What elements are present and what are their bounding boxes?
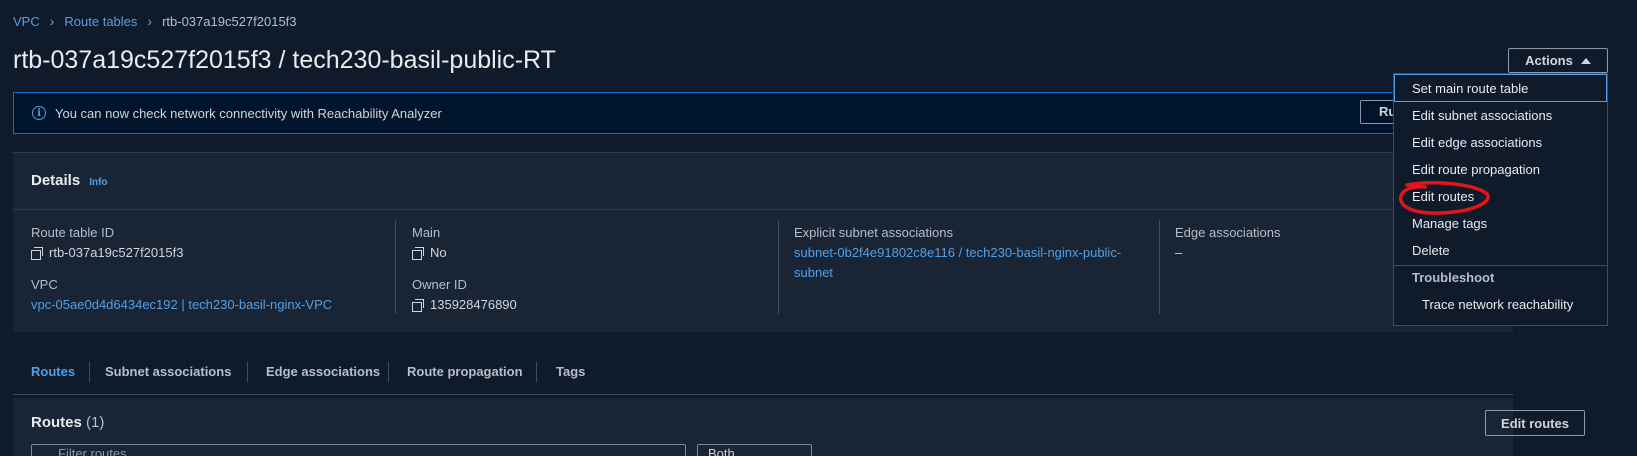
chevron-right-icon: › xyxy=(49,13,55,29)
details-column-1: Route table ID rtb-037a19c527f2015f3 VPC… xyxy=(31,225,332,315)
details-column-2: Main No Owner ID 135928476890 xyxy=(412,225,517,312)
explicit-subnet-associations-label: Explicit subnet associations xyxy=(794,225,953,240)
owner-id-text: 135928476890 xyxy=(430,297,517,312)
column-divider xyxy=(778,220,779,314)
route-filter-select[interactable]: Both xyxy=(697,444,812,456)
tab-route-propagation[interactable]: Route propagation xyxy=(407,364,523,379)
chevron-right-icon: › xyxy=(147,13,153,29)
copy-icon[interactable] xyxy=(412,246,424,260)
menu-item-edit-route-propagation[interactable]: Edit route propagation xyxy=(1412,162,1540,177)
tab-divider xyxy=(89,362,90,382)
info-icon: i xyxy=(32,106,46,120)
tab-divider xyxy=(388,362,389,382)
tab-tags[interactable]: Tags xyxy=(556,364,585,379)
routes-title: Routes xyxy=(31,414,82,431)
main-value: No xyxy=(412,245,517,260)
menu-item-edit-edge-associations[interactable]: Edit edge associations xyxy=(1412,135,1542,150)
details-panel: Details Info Route table ID rtb-037a19c5… xyxy=(13,152,1513,332)
menu-item-trace-network-reachability[interactable]: Trace network reachability xyxy=(1422,297,1573,312)
vpc-label: VPC xyxy=(31,277,58,292)
details-heading: Details xyxy=(31,172,81,189)
tabs-underline xyxy=(13,394,1513,395)
tab-divider xyxy=(536,362,537,382)
menu-divider xyxy=(1394,265,1607,266)
route-table-id-text: rtb-037a19c527f2015f3 xyxy=(49,245,184,260)
tabs: Routes Subnet associations Edge associat… xyxy=(13,354,1513,396)
edge-associations-label: Edge associations xyxy=(1175,225,1281,240)
page-title: rtb-037a19c527f2015f3 / tech230-basil-pu… xyxy=(13,46,556,74)
tab-subnet-associations[interactable]: Subnet associations xyxy=(105,364,231,379)
menu-item-edit-subnet-associations[interactable]: Edit subnet associations xyxy=(1412,108,1552,123)
tab-routes[interactable]: Routes xyxy=(31,364,75,379)
breadcrumb-vpc[interactable]: VPC xyxy=(13,14,40,29)
divider xyxy=(13,209,1513,210)
vpc-link[interactable]: vpc-05ae0d4d6434ec192 | tech230-basil-ng… xyxy=(31,295,332,315)
banner-text: You can now check network connectivity w… xyxy=(55,105,442,121)
explicit-subnet-link-line-2: subnet xyxy=(794,265,834,280)
main-text: No xyxy=(430,245,447,260)
tab-edge-associations[interactable]: Edge associations xyxy=(266,364,380,379)
menu-group-troubleshoot: Troubleshoot xyxy=(1412,270,1495,285)
info-banner: i You can now check network connectivity… xyxy=(13,92,1513,134)
filter-routes-input[interactable]: Filter routes xyxy=(31,444,686,456)
main-label: Main xyxy=(412,225,441,240)
explicit-subnet-link[interactable]: subnet-0b2f4e91802c8e116 / tech230-basil… xyxy=(794,243,1121,283)
edit-routes-button[interactable]: Edit routes xyxy=(1485,410,1585,436)
routes-panel: Routes (1) Edit routes Filter routes Bot… xyxy=(13,398,1585,456)
route-table-id-value: rtb-037a19c527f2015f3 xyxy=(31,245,332,260)
routes-count: (1) xyxy=(86,414,105,431)
red-annotation-circle xyxy=(1398,181,1490,215)
column-divider xyxy=(1159,220,1160,314)
column-divider xyxy=(395,220,396,314)
tab-divider xyxy=(247,362,248,382)
details-info-link[interactable]: Info xyxy=(89,177,107,188)
breadcrumb-route-tables[interactable]: Route tables xyxy=(64,14,137,29)
copy-icon[interactable] xyxy=(412,298,424,312)
routes-heading: Routes (1) xyxy=(31,414,104,431)
copy-icon[interactable] xyxy=(31,246,43,260)
details-header: Details Info xyxy=(31,172,108,189)
menu-item-set-main-route-table[interactable]: Set main route table xyxy=(1412,81,1528,96)
breadcrumb: VPC › Route tables › rtb-037a19c527f2015… xyxy=(13,13,297,29)
breadcrumb-current: rtb-037a19c527f2015f3 xyxy=(162,13,297,29)
actions-button[interactable]: Actions xyxy=(1508,48,1608,73)
caret-up-icon xyxy=(1580,57,1591,64)
owner-id-label: Owner ID xyxy=(412,277,467,292)
edge-associations-value: – xyxy=(1175,245,1183,260)
owner-id-value: 135928476890 xyxy=(412,297,517,312)
explicit-subnet-link-line-1: subnet-0b2f4e91802c8e116 / tech230-basil… xyxy=(794,245,1122,260)
details-column-4: Edge associations – xyxy=(1175,225,1281,260)
details-column-3: Explicit subnet associations subnet-0b2f… xyxy=(794,225,1121,283)
menu-item-delete[interactable]: Delete xyxy=(1412,243,1450,258)
route-table-id-label: Route table ID xyxy=(31,225,115,240)
actions-button-label: Actions xyxy=(1525,53,1573,68)
